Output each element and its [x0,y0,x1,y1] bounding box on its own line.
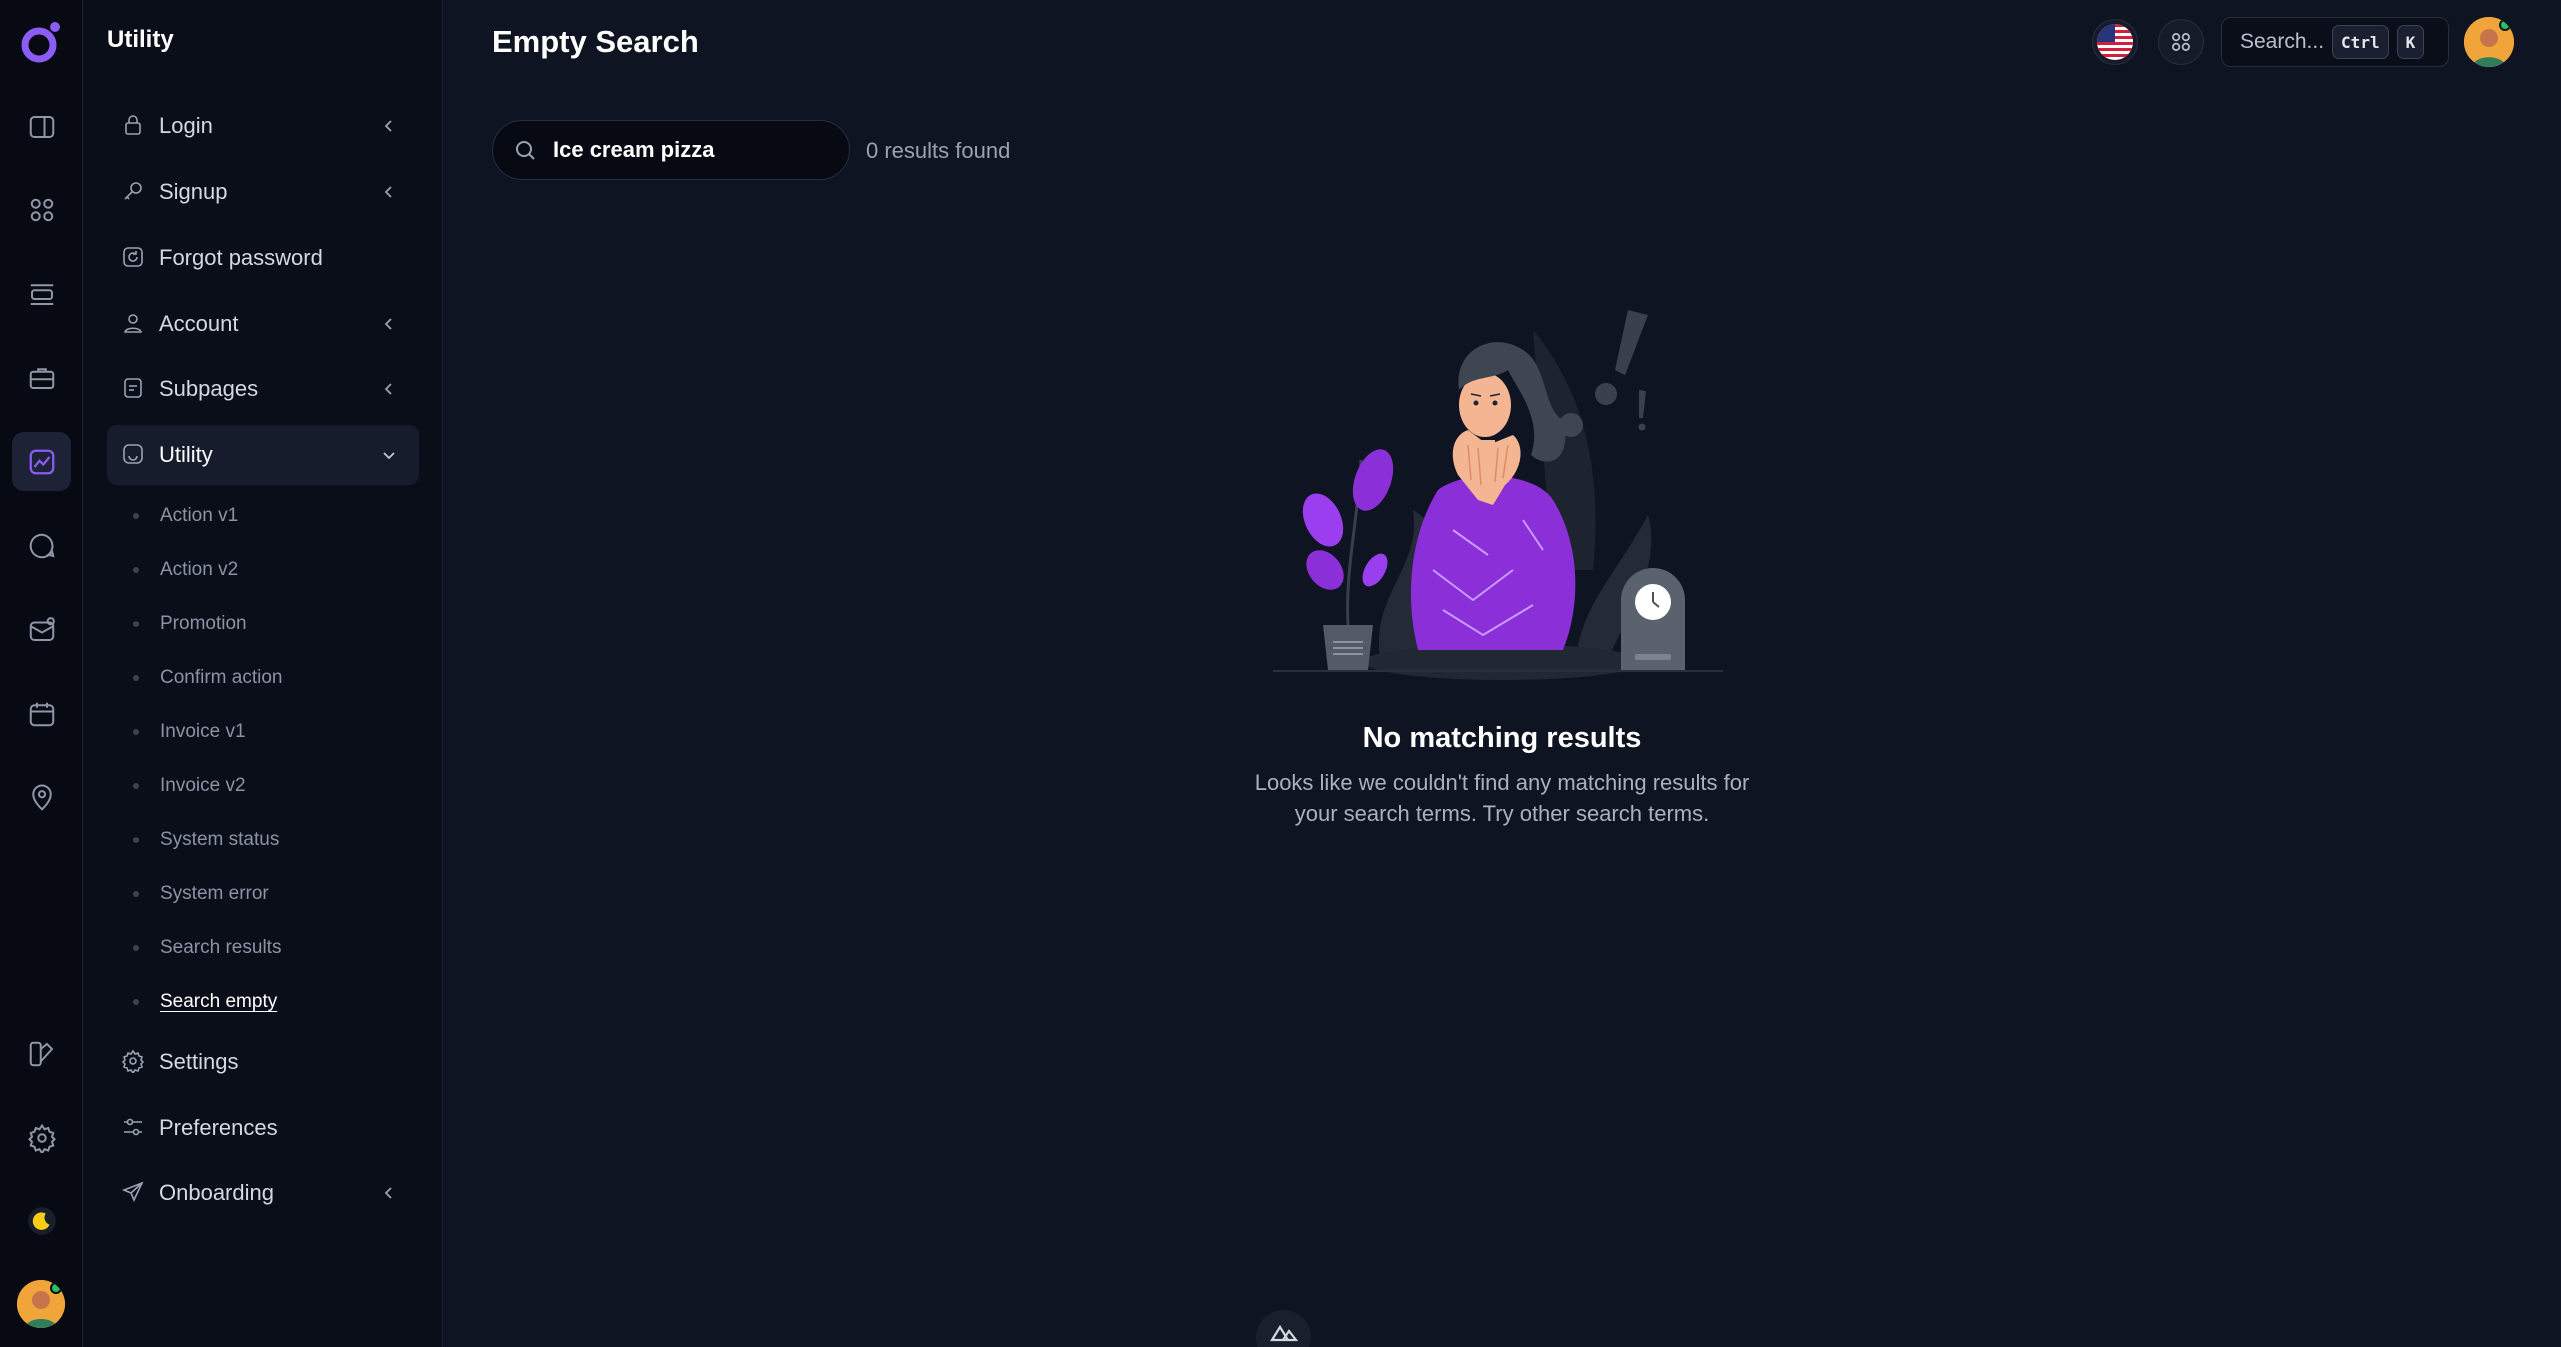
mail-icon[interactable] [12,600,71,659]
sidebar-toggle-icon[interactable] [12,97,71,156]
search-field[interactable] [492,120,850,180]
sidebar-item-label: Preferences [159,1115,278,1140]
sub-item-confirm-action[interactable]: Confirm action [133,663,283,693]
sub-item-search-results[interactable]: Search results [133,933,281,963]
header-avatar[interactable] [2464,17,2514,67]
sidebar-item-label: Settings [159,1049,239,1074]
lock-icon [121,113,147,139]
user-icon [121,311,147,337]
sidebar-item-label: Forgot password [159,245,323,270]
empty-state-text: Looks like we couldn't find any matching… [1254,770,1750,826]
key-icon [121,179,147,205]
sidebar-item-subpages[interactable]: Subpages [107,359,419,419]
sub-item-search-empty[interactable]: Search empty [133,987,277,1017]
sidebar-item-label: Onboarding [159,1180,274,1205]
chevron-left-icon [384,1187,392,1199]
sidebar-item-login[interactable]: Login [107,96,419,156]
icon-rail [0,0,83,1347]
sidebar-item-label: Login [159,113,213,138]
sidebar-item-utility[interactable]: Utility [107,425,419,485]
map-pin-icon[interactable] [12,768,71,827]
page-icon [121,376,147,402]
sidebar-item-label: Subpages [159,376,259,401]
nuxt-mountain-icon [1269,1324,1298,1342]
sidebar-item-account[interactable]: Account [107,294,419,354]
sliders-icon [121,1115,147,1141]
global-search-button[interactable]: Search... Ctrl K [2221,17,2449,67]
gear-icon [121,1049,147,1075]
reset-icon [121,245,147,271]
brush-icon[interactable] [12,1024,71,1083]
app-root: Utility Login Signup Forgot password Acc… [0,0,2561,1347]
settings-gear-icon[interactable] [12,1108,71,1167]
apps-grid-icon [2172,33,2190,51]
sidebar: Utility Login Signup Forgot password Acc… [83,0,443,1347]
sidebar-item-onboarding[interactable]: Onboarding [107,1163,419,1223]
user-avatar[interactable] [17,1280,65,1328]
global-search-label: Search... [2240,30,2325,53]
sub-item-promotion[interactable]: Promotion [133,609,247,639]
sub-item-system-status[interactable]: System status [133,825,279,855]
empty-state-title: No matching results [1362,722,1642,754]
utility-icon [121,442,147,468]
chevron-left-icon [384,186,392,198]
results-count: 0 results found [866,138,1011,163]
main-content: Empty Search Search... Ctrl K Ice cream … [443,0,2561,1347]
page-title: Empty Search [492,24,699,59]
briefcase-icon[interactable] [12,348,71,407]
sidebar-item-label: Utility [159,442,213,467]
sub-item-system-error[interactable]: System error [133,879,269,909]
apps-grid-button[interactable] [2158,19,2204,65]
language-flag-button[interactable] [2092,19,2138,65]
kbd-k: K [2396,25,2425,59]
sidebar-item-signup[interactable]: Signup [107,162,419,222]
sub-item-action-v1[interactable]: Action v1 [133,501,238,531]
analytics-icon[interactable] [12,432,71,491]
us-flag-icon [2097,24,2133,60]
empty-search-illustration [1273,310,1723,680]
search-icon [516,141,535,160]
layout-icon[interactable] [12,264,71,323]
sidebar-item-label: Signup [159,179,228,204]
calendar-icon[interactable] [12,684,71,743]
chat-icon[interactable] [12,516,71,575]
sub-item-action-v2[interactable]: Action v2 [133,555,238,585]
dashboard-grid-icon[interactable] [12,180,71,239]
sub-item-invoice-v1[interactable]: Invoice v1 [133,717,246,747]
chevron-left-icon [384,383,392,395]
chevron-left-icon [384,120,392,132]
chevron-left-icon [384,318,392,330]
sub-item-invoice-v2[interactable]: Invoice v2 [133,771,246,801]
sidebar-item-preferences[interactable]: Preferences [107,1098,419,1158]
app-logo[interactable] [18,18,66,66]
sidebar-item-forgot-password[interactable]: Forgot password [107,228,419,288]
sidebar-title: Utility [107,26,174,53]
search-input[interactable] [553,137,833,163]
dark-mode-moon-icon[interactable] [12,1191,71,1250]
chevron-down-icon [383,452,395,460]
nuxt-logo[interactable] [1256,1310,1311,1347]
send-icon [121,1180,147,1206]
sidebar-item-label: Account [159,311,239,336]
sidebar-item-settings[interactable]: Settings [107,1032,419,1092]
kbd-ctrl: Ctrl [2332,25,2389,59]
